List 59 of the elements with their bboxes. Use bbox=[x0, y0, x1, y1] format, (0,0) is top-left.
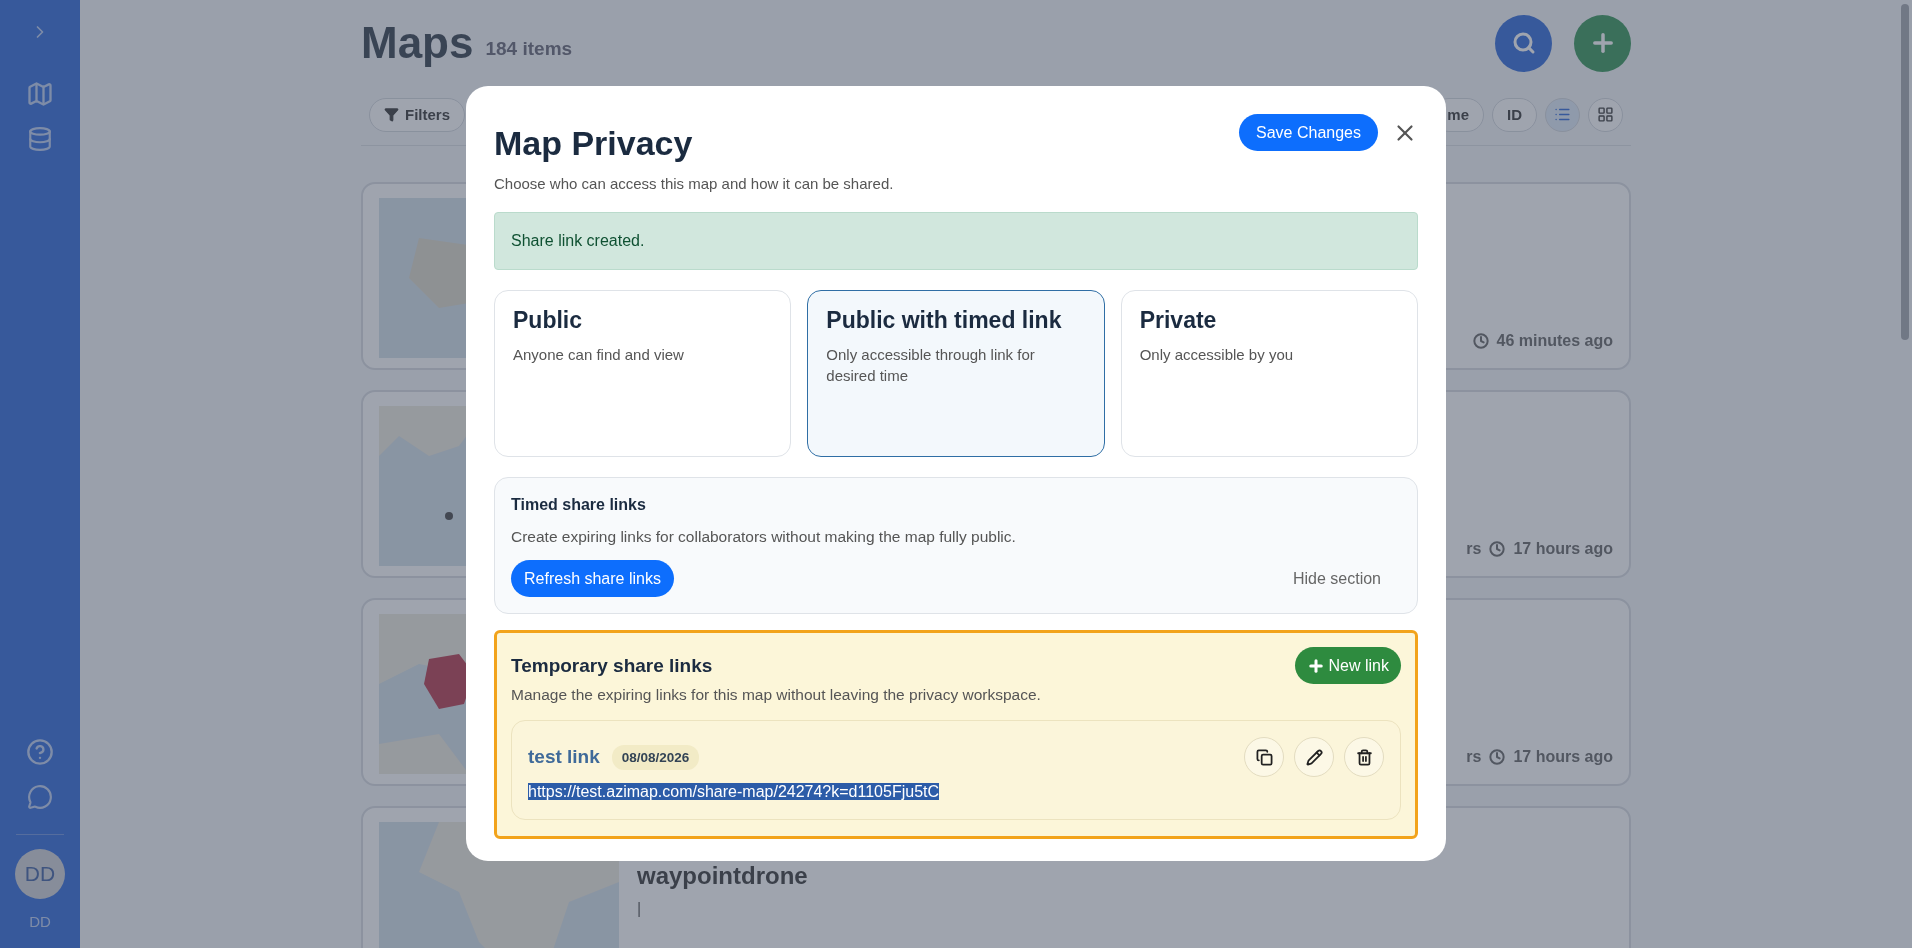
section-title: Temporary share links bbox=[511, 654, 713, 677]
copy-button[interactable] bbox=[1244, 737, 1284, 777]
help-icon[interactable] bbox=[26, 738, 54, 766]
delete-button[interactable] bbox=[1344, 737, 1384, 777]
share-url[interactable]: https://test.azimap.com/share-map/24274?k=d1105Fju5tC bbox=[528, 783, 940, 800]
date-badge: 08/08/2026 bbox=[611, 744, 700, 770]
meta-text: rs bbox=[1466, 540, 1482, 558]
meta-text: rs bbox=[1466, 748, 1482, 766]
option-title: Public bbox=[513, 307, 583, 334]
search-icon bbox=[1511, 31, 1536, 55]
funnel-icon bbox=[384, 107, 399, 122]
privacy-option[interactable]: Public with timed link Only accessible through link for desired time bbox=[807, 290, 1105, 457]
item-count: 184 items bbox=[485, 38, 573, 60]
clock-icon bbox=[1489, 541, 1506, 557]
updated-time: 17 hours ago bbox=[1513, 748, 1613, 766]
updated-time: 46 minutes ago bbox=[1496, 332, 1613, 350]
success-alert: Share link created. bbox=[494, 212, 1418, 270]
save-button[interactable]: Save Changes bbox=[1239, 114, 1378, 151]
option-description: Only accessible through link for desired time bbox=[826, 345, 1036, 386]
clock-icon bbox=[1472, 333, 1489, 349]
option-title: Private bbox=[1139, 307, 1218, 334]
privacy-option[interactable]: Public Anyone can find and view bbox=[494, 290, 792, 457]
trash-icon bbox=[1355, 748, 1373, 766]
option-description: Only accessible by you bbox=[1139, 345, 1295, 365]
plus-icon bbox=[1306, 656, 1325, 675]
sort-button[interactable]: ID bbox=[1492, 97, 1537, 132]
page-title: Maps bbox=[361, 18, 474, 68]
user-label: DD bbox=[29, 913, 51, 930]
map-icon[interactable] bbox=[26, 80, 54, 108]
new-link-button[interactable]: New link bbox=[1294, 647, 1401, 684]
updated-time: 17 hours ago bbox=[1513, 540, 1613, 558]
add-button[interactable] bbox=[1574, 14, 1631, 72]
pencil-icon bbox=[1305, 748, 1323, 766]
search-button[interactable] bbox=[1495, 14, 1552, 72]
link-name[interactable]: test link bbox=[528, 746, 600, 768]
avatar[interactable]: DD bbox=[15, 849, 65, 899]
option-title: Public with timed link bbox=[826, 307, 1063, 334]
clock-icon bbox=[1489, 749, 1506, 765]
section-title: Timed share links bbox=[511, 496, 647, 514]
database-icon[interactable] bbox=[27, 126, 53, 152]
chat-icon[interactable] bbox=[27, 784, 53, 810]
option-description: Anyone can find and view bbox=[513, 345, 685, 365]
refresh-button[interactable]: Refresh share links bbox=[511, 560, 674, 597]
map-title: waypointdrone bbox=[637, 862, 809, 890]
scrollbar-thumb[interactable] bbox=[1901, 4, 1909, 340]
map-description: | bbox=[637, 900, 643, 918]
filters-button[interactable]: Filters bbox=[369, 97, 465, 132]
list-icon bbox=[1554, 106, 1571, 123]
grid-icon bbox=[1597, 106, 1614, 123]
privacy-option[interactable]: Private Only accessible by you bbox=[1120, 290, 1418, 457]
grid-view-button[interactable] bbox=[1588, 97, 1623, 132]
dialog-subtitle: Choose who can access this map and how it can be shared. bbox=[494, 175, 894, 192]
dialog-title: Map Privacy bbox=[494, 124, 694, 163]
edit-button[interactable] bbox=[1294, 737, 1334, 777]
section-description: Create expiring links for collaborators without making the map fully public. bbox=[511, 528, 1017, 546]
hide-section-link[interactable]: Hide section bbox=[1286, 568, 1387, 589]
section-description: Manage the expiring links for this map without leaving the privacy workspace. bbox=[511, 686, 1042, 704]
list-view-button[interactable] bbox=[1545, 97, 1580, 132]
copy-icon bbox=[1255, 748, 1273, 766]
